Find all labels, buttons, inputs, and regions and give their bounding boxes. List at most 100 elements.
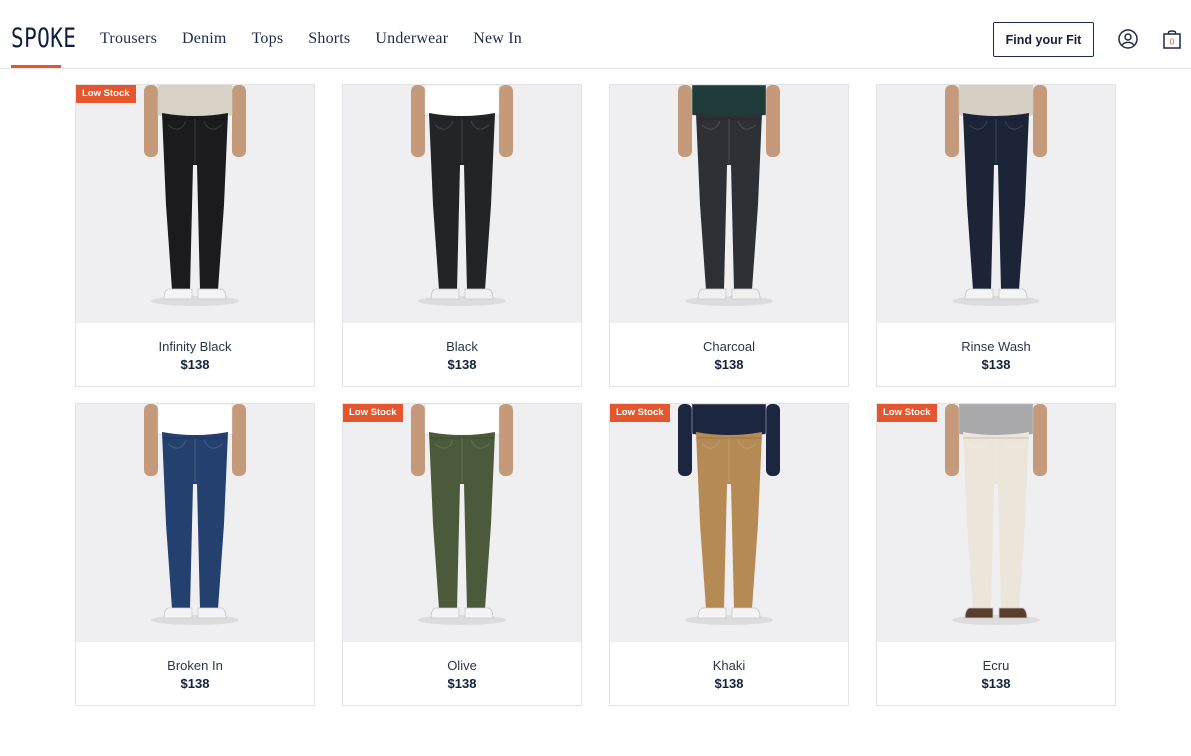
product-name[interactable]: Charcoal: [610, 339, 848, 354]
shirt: [157, 404, 233, 438]
right-shoe: [731, 607, 761, 619]
model-figure: [678, 85, 780, 306]
product-image[interactable]: [76, 404, 314, 642]
product-info: Charcoal $138: [610, 323, 848, 386]
low-stock-badge: Low Stock: [343, 404, 403, 422]
right-shoe: [197, 288, 227, 300]
left-arm: [678, 404, 692, 476]
shirt: [157, 85, 233, 119]
right-shoe: [464, 288, 494, 300]
product-name[interactable]: Olive: [343, 658, 581, 673]
right-shoe: [464, 607, 494, 619]
right-arm: [766, 85, 780, 157]
nav-item-underwear[interactable]: Underwear: [375, 30, 448, 48]
low-stock-badge: Low Stock: [877, 404, 937, 422]
right-arm: [499, 404, 513, 476]
left-shoe: [964, 288, 994, 300]
low-stock-badge: Low Stock: [76, 85, 136, 103]
shirt: [958, 85, 1034, 119]
product-card[interactable]: Black $138: [342, 84, 582, 387]
model-figure: [411, 404, 513, 625]
shirt: [691, 85, 767, 119]
product-price: $138: [981, 676, 1011, 691]
product-image[interactable]: [343, 85, 581, 323]
shirt: [424, 85, 500, 119]
left-arm: [678, 85, 692, 157]
shopping-bag-icon[interactable]: 0: [1162, 28, 1182, 50]
product-name[interactable]: Infinity Black: [76, 339, 314, 354]
model-figure: [945, 85, 1047, 306]
product-name[interactable]: Ecru: [877, 658, 1115, 673]
product-image[interactable]: [610, 85, 848, 323]
shirt: [424, 404, 500, 438]
right-arm: [232, 85, 246, 157]
model-figure: [678, 404, 780, 625]
left-arm: [411, 85, 425, 157]
product-price: $138: [447, 676, 477, 691]
product-card[interactable]: Charcoal $138: [609, 84, 849, 387]
main-nav: Trousers Denim Tops Shorts Underwear New…: [100, 30, 547, 48]
model-figure: [144, 85, 246, 306]
product-info: Khaki $138: [610, 642, 848, 705]
low-stock-badge: Low Stock: [610, 404, 670, 422]
product-image[interactable]: Low Stock: [76, 85, 314, 323]
product-name[interactable]: Khaki: [610, 658, 848, 673]
shirt: [691, 404, 767, 438]
shirt: [958, 404, 1034, 438]
product-image[interactable]: Low Stock: [343, 404, 581, 642]
product-image[interactable]: Low Stock: [610, 404, 848, 642]
right-shoe: [731, 288, 761, 300]
product-card[interactable]: Rinse Wash $138: [876, 84, 1116, 387]
right-shoe: [197, 607, 227, 619]
site-header: SPOKE Trousers Denim Tops Shorts Underwe…: [0, 0, 1191, 69]
product-info: Broken In $138: [76, 642, 314, 705]
left-shoe: [430, 607, 460, 619]
left-shoe: [964, 607, 994, 619]
find-your-fit-button[interactable]: Find your Fit: [993, 22, 1094, 57]
nav-item-denim[interactable]: Denim: [182, 30, 227, 48]
left-shoe: [697, 288, 727, 300]
product-name[interactable]: Broken In: [76, 658, 314, 673]
product-card[interactable]: Low Stock Infinity Black $138: [75, 84, 315, 387]
left-arm: [945, 404, 959, 476]
right-arm: [1033, 85, 1047, 157]
product-image[interactable]: Low Stock: [877, 404, 1115, 642]
right-arm: [1033, 404, 1047, 476]
left-shoe: [430, 288, 460, 300]
product-info: Black $138: [343, 323, 581, 386]
left-arm: [144, 85, 158, 157]
product-price: $138: [981, 357, 1011, 372]
product-price: $138: [180, 676, 210, 691]
product-card[interactable]: Low Stock Ecru $138: [876, 403, 1116, 706]
model-figure: [144, 404, 246, 625]
product-card[interactable]: Broken In $138: [75, 403, 315, 706]
user-circle-icon[interactable]: [1118, 29, 1138, 49]
spoke-logo[interactable]: SPOKE: [11, 24, 76, 54]
product-price: $138: [714, 357, 744, 372]
product-info: Olive $138: [343, 642, 581, 705]
model-figure: [945, 404, 1047, 625]
nav-item-shorts[interactable]: Shorts: [308, 30, 350, 48]
product-name[interactable]: Black: [343, 339, 581, 354]
product-image[interactable]: [877, 85, 1115, 323]
left-shoe: [163, 607, 193, 619]
left-arm: [411, 404, 425, 476]
nav-item-tops[interactable]: Tops: [252, 30, 284, 48]
left-arm: [144, 404, 158, 476]
nav-item-trousers[interactable]: Trousers: [100, 30, 157, 48]
product-card[interactable]: Low Stock Khaki $138: [609, 403, 849, 706]
product-price: $138: [447, 357, 477, 372]
product-price: $138: [714, 676, 744, 691]
product-info: Ecru $138: [877, 642, 1115, 705]
left-shoe: [697, 607, 727, 619]
nav-item-new-in[interactable]: New In: [473, 30, 522, 48]
product-info: Rinse Wash $138: [877, 323, 1115, 386]
right-arm: [766, 404, 780, 476]
right-shoe: [998, 607, 1028, 619]
product-info: Infinity Black $138: [76, 323, 314, 386]
active-nav-underline: [11, 65, 61, 68]
product-card[interactable]: Low Stock Olive $138: [342, 403, 582, 706]
product-name[interactable]: Rinse Wash: [877, 339, 1115, 354]
cart-count: 0: [1170, 38, 1175, 47]
right-arm: [232, 404, 246, 476]
